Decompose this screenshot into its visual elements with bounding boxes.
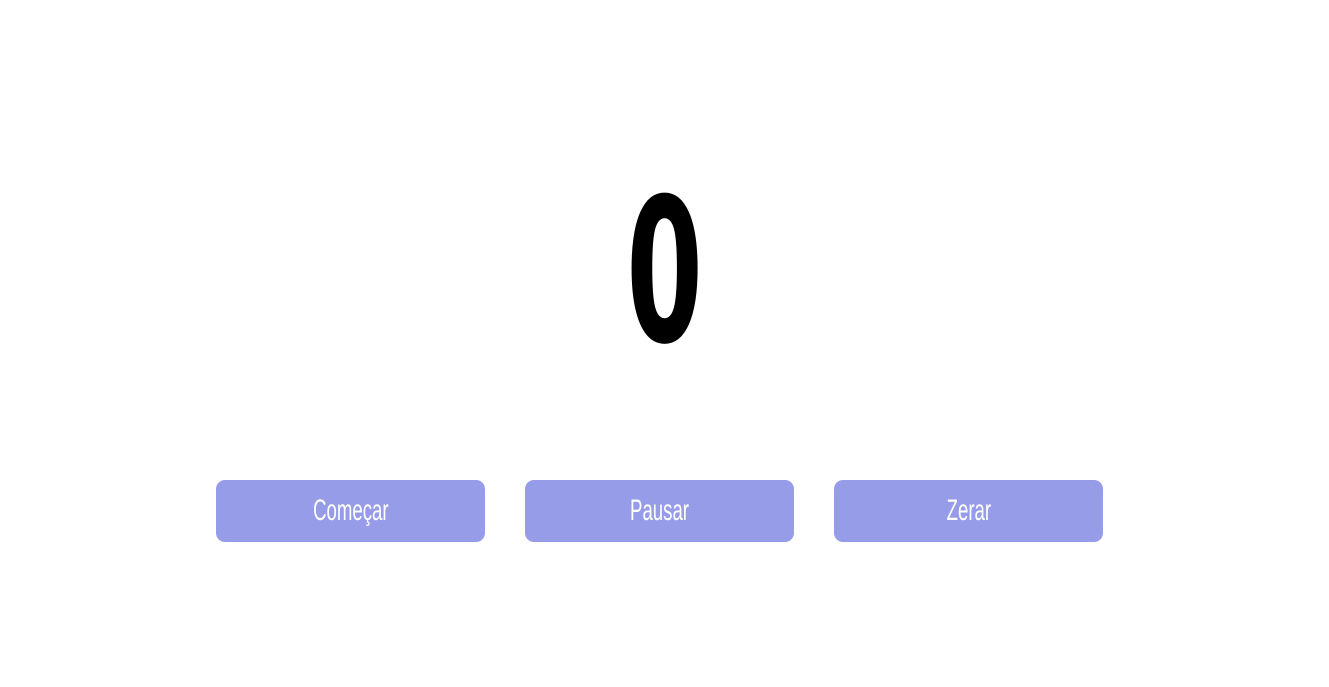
reset-button[interactable]: Zerar — [834, 480, 1103, 542]
counter-value: 0 — [626, 156, 703, 389]
controls-bar: Começar Pausar Zerar — [216, 480, 1103, 542]
reset-button-label: Zerar — [946, 494, 991, 527]
pause-button[interactable]: Pausar — [525, 480, 794, 542]
stopwatch-app: 0 Começar Pausar Zerar — [0, 0, 1329, 687]
start-button-label: Começar — [312, 494, 389, 527]
start-button[interactable]: Começar — [216, 480, 485, 542]
pause-button-label: Pausar — [630, 494, 689, 527]
counter-display: 0 — [0, 156, 1329, 389]
